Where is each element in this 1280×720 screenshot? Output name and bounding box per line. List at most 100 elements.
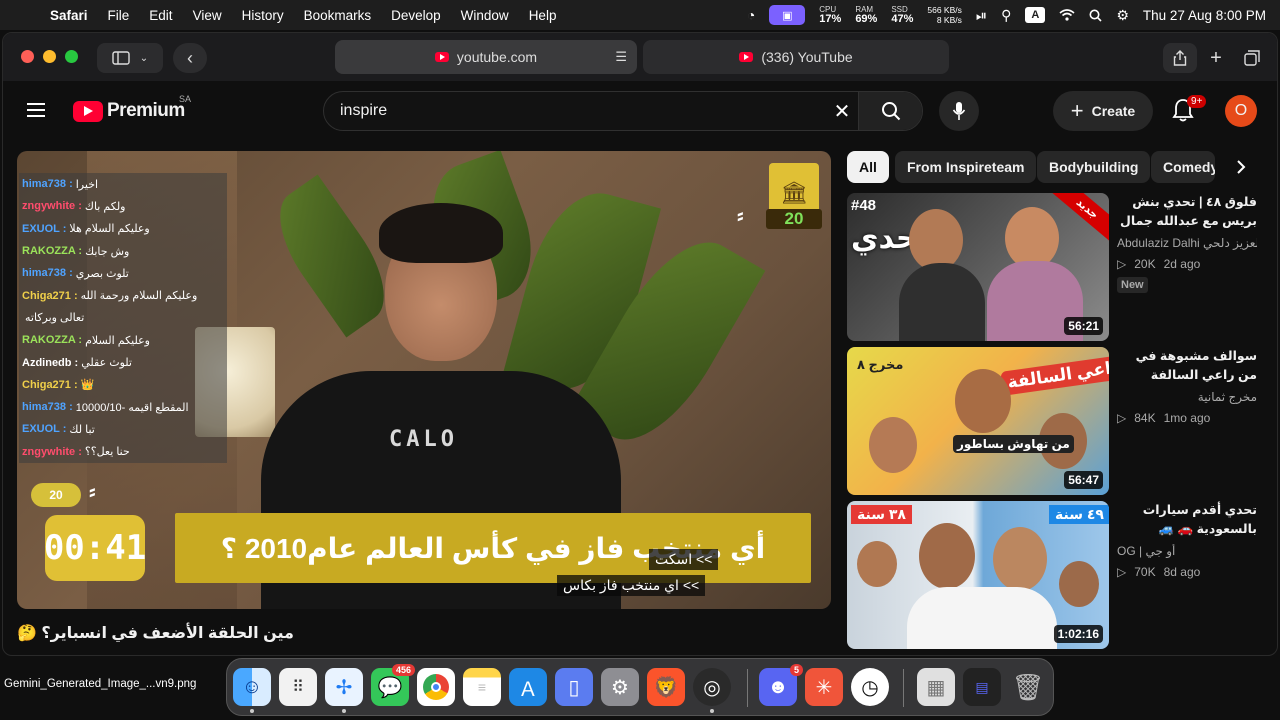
voice-search-button[interactable] bbox=[939, 91, 979, 131]
minimize-window-button[interactable] bbox=[43, 50, 56, 63]
obs-icon[interactable]: ◎ bbox=[693, 668, 731, 706]
chat-text: تبا لك bbox=[69, 423, 95, 436]
chip-comedy[interactable]: Comedy bbox=[1151, 151, 1215, 183]
chat-text: 10000/10- المقطع اقيمه bbox=[75, 401, 189, 414]
tab-youtube-title[interactable]: (336) YouTube bbox=[643, 40, 949, 74]
image-file-icon[interactable]: ▦ bbox=[917, 668, 955, 706]
search-input[interactable] bbox=[340, 92, 820, 130]
chevron-right-icon[interactable] bbox=[1227, 151, 1255, 183]
menu-help[interactable]: Help bbox=[519, 8, 567, 23]
clear-search-icon[interactable]: ✕ bbox=[830, 100, 854, 124]
chat-username: EXUOL : bbox=[22, 423, 67, 436]
app-store-icon[interactable]: Ａ bbox=[509, 668, 547, 706]
system-settings-icon[interactable]: ⚙ bbox=[601, 668, 639, 706]
tab-overview-button[interactable] bbox=[1235, 43, 1269, 73]
chrome-icon[interactable] bbox=[417, 668, 455, 706]
thumbnail-person-body bbox=[907, 587, 1057, 649]
discord-icon[interactable]: ☻ 5 bbox=[759, 664, 803, 706]
spotlight-search-icon[interactable] bbox=[1089, 9, 1102, 22]
video-duration: 1:02:16 bbox=[1053, 625, 1103, 643]
recommendation-item[interactable]: جديد #48 التحدي 56:21 فلوق ٤٨ | تحدي بنش… bbox=[847, 193, 1265, 341]
chip-all[interactable]: All bbox=[847, 151, 889, 183]
close-window-button[interactable] bbox=[21, 50, 34, 63]
create-button[interactable]: + Create bbox=[1053, 91, 1153, 131]
chip-from-inspireteam[interactable]: From Inspireteam bbox=[895, 151, 1037, 183]
control-center-icon[interactable]: ⚙ bbox=[1116, 7, 1129, 24]
menu-view[interactable]: View bbox=[183, 8, 232, 23]
brave-icon[interactable]: 🦁 bbox=[647, 668, 685, 706]
clock-icon[interactable]: ◷ bbox=[851, 668, 889, 706]
safari-icon[interactable]: ✢ bbox=[325, 668, 363, 706]
recommendation-title[interactable]: سوالف مشبوهة في من راعي السالفة bbox=[1117, 347, 1257, 385]
menu-history[interactable]: History bbox=[232, 8, 294, 23]
search-button[interactable] bbox=[858, 92, 922, 130]
controls-icon[interactable]: ⚲ bbox=[1001, 7, 1011, 24]
user-avatar[interactable]: O bbox=[1225, 95, 1257, 127]
video-thumbnail[interactable]: ٣٨ سنة ٤٩ سنة 1:02:16 bbox=[847, 501, 1109, 649]
ram-stat[interactable]: RAM 69% bbox=[855, 5, 877, 25]
chat-username: zngywhite : bbox=[22, 445, 82, 458]
recommendation-title[interactable]: فلوق ٤٨ | تحدي بنش بريس مع عبدالله جمال … bbox=[1117, 193, 1257, 233]
cpu-stat[interactable]: CPU 17% bbox=[819, 5, 841, 25]
youtube-logo[interactable]: Premium SA bbox=[73, 94, 191, 122]
reader-icon[interactable]: ☰ bbox=[615, 49, 627, 65]
sidebar-toggle-button[interactable]: ⌄ bbox=[97, 43, 163, 73]
screen-share-icon[interactable]: ▣ bbox=[769, 5, 806, 25]
play-pause-icon[interactable]: ⏯ bbox=[976, 7, 987, 24]
launchpad-icon[interactable]: ⠿ bbox=[279, 668, 317, 706]
channel-name[interactable]: OG | أو جي bbox=[1117, 544, 1257, 558]
menu-edit[interactable]: Edit bbox=[139, 8, 182, 23]
new-tab-button[interactable]: + bbox=[1199, 43, 1233, 73]
chat-message: zngywhite : حنا يعل؟؟ bbox=[19, 440, 227, 463]
views-icon: ▷ bbox=[1117, 411, 1127, 425]
back-button[interactable]: ‹ bbox=[173, 43, 207, 73]
iphone-mirroring-icon[interactable]: ▯ bbox=[555, 668, 593, 706]
recommendation-item[interactable]: ٣٨ سنة ٤٩ سنة 1:02:16 تحدي أقدم سيارات ب… bbox=[847, 501, 1265, 649]
bank-icon: 🏛 bbox=[780, 180, 808, 205]
trash-icon[interactable]: 🗑 bbox=[1009, 668, 1047, 706]
video-duration: 56:21 bbox=[1064, 317, 1103, 335]
claude-icon[interactable]: ✳ bbox=[805, 668, 843, 706]
menu-window[interactable]: Window bbox=[451, 8, 519, 23]
address-bar-text[interactable]: youtube.com bbox=[457, 49, 537, 65]
menu-hamburger-icon[interactable] bbox=[27, 103, 45, 121]
menu-bookmarks[interactable]: Bookmarks bbox=[294, 8, 382, 23]
tab-overview-icon bbox=[1244, 50, 1260, 66]
subtitle-line-2: >> اي منتخب فاز بكاس bbox=[557, 575, 706, 596]
network-stat[interactable]: 566 KB/s 8 KB/s bbox=[927, 5, 962, 25]
menu-file[interactable]: File bbox=[98, 8, 140, 23]
share-button[interactable] bbox=[1163, 43, 1197, 73]
menu-app-name[interactable]: Safari bbox=[40, 8, 98, 23]
upload-age: 1mo ago bbox=[1163, 411, 1211, 425]
input-source-icon[interactable]: A bbox=[1025, 7, 1046, 23]
messages-icon[interactable]: 💬 456 bbox=[371, 664, 415, 706]
recommendation-item[interactable]: مخرج ٨ من راعي السالفة من تهاوش بساطور 5… bbox=[847, 347, 1265, 495]
downloads-stack-icon[interactable]: ▤ bbox=[963, 668, 1001, 706]
tab-youtube-address[interactable]: youtube.com ☰ bbox=[335, 40, 637, 74]
chip-bodybuilding[interactable]: Bodybuilding bbox=[1037, 151, 1151, 183]
ssd-stat[interactable]: SSD 47% bbox=[891, 5, 913, 25]
menubar-clock[interactable]: Thu 27 Aug 8:00 PM bbox=[1143, 8, 1266, 23]
wifi-icon[interactable] bbox=[1059, 9, 1075, 21]
video-thumbnail[interactable]: جديد #48 التحدي 56:21 bbox=[847, 193, 1109, 341]
notes-icon[interactable]: ≡ bbox=[463, 668, 501, 706]
finder-icon[interactable]: ☺ bbox=[233, 668, 271, 706]
menu-develop[interactable]: Develop bbox=[381, 8, 451, 23]
zoom-window-button[interactable] bbox=[65, 50, 78, 63]
recommendation-title[interactable]: تحدي أقدم سيارات بالسعودية 🚗 🚙 bbox=[1117, 501, 1257, 539]
desktop-file-label[interactable]: Gemini_Generated_Image_...vn9.png bbox=[4, 677, 196, 691]
activity-monitor-icon[interactable]: ◔ bbox=[747, 7, 755, 23]
share-icon bbox=[1173, 50, 1187, 66]
country-code: SA bbox=[179, 94, 192, 104]
video-title[interactable]: مين الحلقة الأضعف في انسباير؟ 🤔 bbox=[17, 623, 294, 643]
view-count: 20K bbox=[1134, 257, 1156, 271]
chat-message: Chiga271 : 👑 bbox=[19, 373, 227, 396]
channel-name[interactable]: Abdulaziz Dalhi عبدالعزيز دلحي bbox=[1117, 236, 1257, 250]
channel-watermark-icon: ⸗ bbox=[89, 481, 96, 503]
video-player[interactable]: CALO hima738 : اخيرا zngywhite : ولكم باك EX… bbox=[17, 151, 831, 609]
chat-text: تعالى وبركاته bbox=[25, 312, 85, 325]
video-thumbnail[interactable]: مخرج ٨ من راعي السالفة من تهاوش بساطور 5… bbox=[847, 347, 1109, 495]
question-banner: أي منتخب فاز في كأس العالم عام2010 ؟ bbox=[175, 513, 811, 583]
safari-toolbar: ⌄ ‹ youtube.com ☰ (336) YouTube + bbox=[3, 33, 1277, 81]
channel-name[interactable]: مخرج ثمانية bbox=[1117, 390, 1257, 404]
